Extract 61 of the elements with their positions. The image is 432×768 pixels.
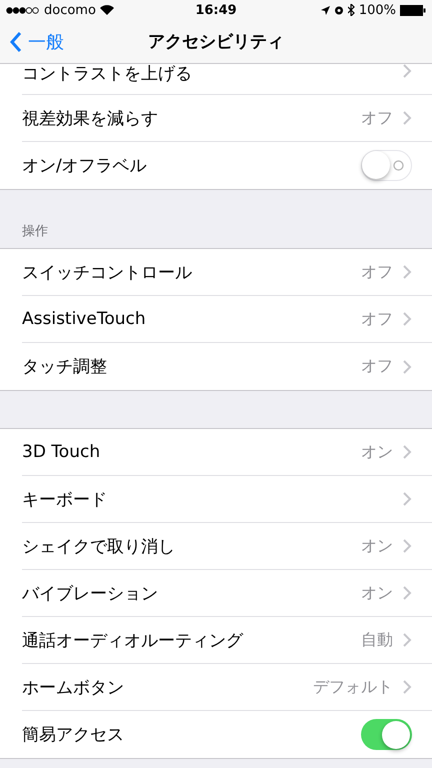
location-arrow-icon bbox=[320, 6, 330, 14]
chevron-icon bbox=[403, 680, 412, 694]
settings-row[interactable]: 視差効果を減らす オフ bbox=[22, 95, 432, 142]
signal-icon bbox=[6, 6, 40, 14]
chevron-icon bbox=[403, 265, 412, 279]
chevron-icon bbox=[403, 539, 412, 553]
chevron-icon bbox=[403, 111, 412, 125]
row-label: ホームボタン bbox=[22, 676, 125, 698]
chevron-icon bbox=[403, 633, 412, 647]
row-label: バイブレーション bbox=[22, 582, 159, 604]
settings-row[interactable]: 通話オーディオルーティング 自動 bbox=[22, 617, 432, 664]
settings-row[interactable]: オン/オフラベル bbox=[22, 142, 432, 189]
section-header: 操作 bbox=[22, 223, 48, 240]
chevron-icon bbox=[403, 445, 412, 459]
nav-title: アクセシビリティ bbox=[148, 31, 284, 53]
row-label: キーボード bbox=[22, 488, 108, 510]
row-value: オン bbox=[361, 536, 393, 556]
row-label: オン/オフラベル bbox=[22, 155, 148, 177]
row-value: オフ bbox=[361, 108, 393, 128]
row-label: 視差効果を減らす bbox=[22, 108, 159, 130]
settings-row[interactable]: バイブレーション オン bbox=[22, 570, 432, 617]
chevron-icon bbox=[403, 492, 412, 506]
row-value: オフ bbox=[361, 262, 393, 282]
back-chevron-icon bbox=[10, 32, 22, 52]
bluetooth-icon bbox=[348, 4, 355, 16]
chevron-icon bbox=[403, 360, 412, 374]
row-label: シェイクで取り消し bbox=[22, 536, 176, 558]
settings-row[interactable]: ホームボタン デフォルト bbox=[22, 664, 432, 711]
alarm-clock-icon bbox=[334, 5, 344, 15]
battery-icon bbox=[400, 4, 426, 16]
row-value: オン bbox=[361, 582, 393, 604]
back-button[interactable]: 一般 bbox=[0, 30, 74, 54]
row-label: 通話オーディオルーティング bbox=[22, 630, 244, 652]
toggle-switch[interactable] bbox=[361, 150, 412, 181]
chevron-icon bbox=[403, 312, 412, 326]
row-value: オン bbox=[361, 442, 393, 462]
settings-row[interactable]: 3D Touch オン bbox=[22, 429, 432, 476]
row-label: 簡易アクセス bbox=[22, 724, 125, 746]
row-label: スイッチコントロール bbox=[22, 262, 193, 284]
toggle-switch[interactable] bbox=[361, 719, 412, 750]
wifi-icon bbox=[100, 5, 114, 15]
row-label: 3D Touch bbox=[22, 442, 102, 462]
row-label: タッチ調整 bbox=[22, 356, 108, 378]
settings-row[interactable]: AssistiveTouch オフ bbox=[22, 296, 432, 343]
carrier-name: docomo bbox=[44, 2, 96, 18]
row-value: オフ bbox=[361, 356, 393, 377]
row-label: AssistiveTouch bbox=[22, 309, 147, 329]
settings-row[interactable]: タッチ調整 オフ bbox=[22, 343, 432, 390]
settings-row[interactable]: 簡易アクセス bbox=[22, 711, 432, 758]
battery-percent: 100% bbox=[358, 2, 396, 18]
row-value: オフ bbox=[361, 308, 393, 330]
settings-row[interactable]: キーボード bbox=[22, 476, 432, 523]
settings-row[interactable]: コントラストを上げる bbox=[22, 64, 432, 95]
row-label: コントラストを上げる bbox=[22, 64, 193, 85]
clock-time: 16:49 bbox=[195, 2, 237, 18]
row-value: 自動 bbox=[361, 630, 393, 650]
settings-row[interactable]: シェイクで取り消し オン bbox=[22, 523, 432, 570]
chevron-icon bbox=[403, 586, 412, 600]
off-label-icon bbox=[393, 160, 404, 171]
settings-row[interactable]: スイッチコントロール オフ bbox=[22, 249, 432, 296]
row-value: デフォルト bbox=[313, 676, 393, 698]
